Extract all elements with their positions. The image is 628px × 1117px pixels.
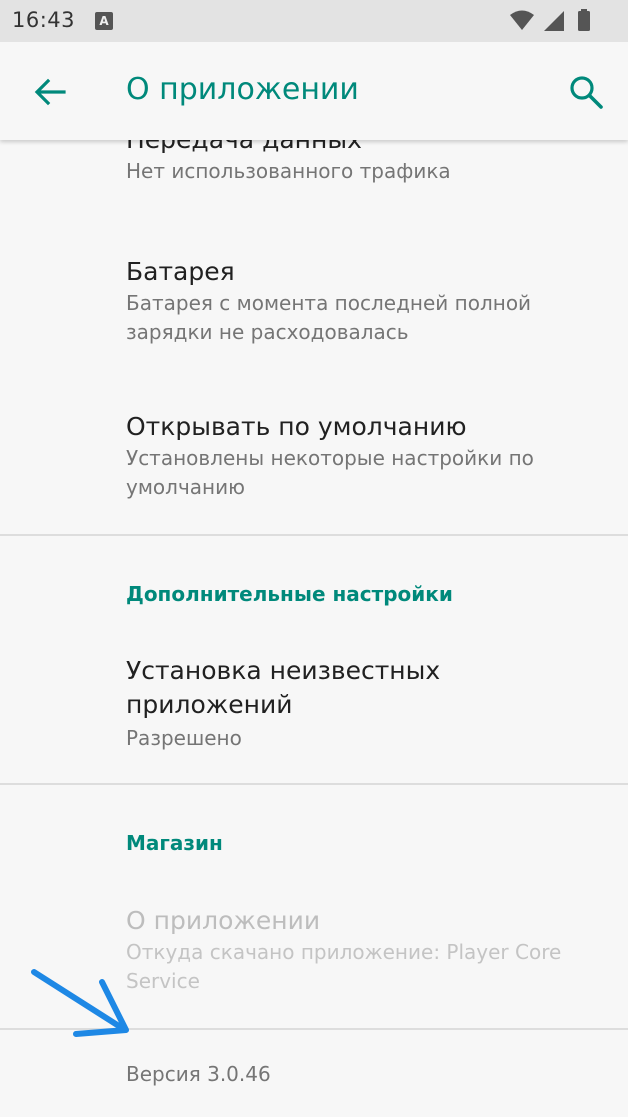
pref-summary: Установлены некоторые настройки по умолч… [126,446,534,499]
pref-summary: Разрешено [126,726,242,750]
pref-title: Открывать по умолчанию [126,412,467,441]
wifi-icon [510,10,534,30]
pref-title: О приложении [126,906,321,935]
pref-open-by-default[interactable]: Открывать по умолчанию Установлены некот… [126,410,606,502]
pref-title: Батарея [126,257,235,286]
page-title: О приложении [126,72,359,107]
pref-summary: Нет использованного трафика [126,159,451,183]
back-button[interactable] [30,72,70,112]
annotation-arrow [31,969,129,1037]
pref-summary: Откуда скачано приложение: Player Core S… [126,940,562,993]
search-button[interactable] [566,72,606,112]
pref-title: Установка неизвестных приложений [126,656,441,719]
settings-screen: 16:43 A О приложении Нет использованного… [0,0,628,1117]
status-bar: 16:43 A [0,0,628,42]
status-icons [510,9,590,31]
app-bar: О приложении [0,42,628,140]
category-advanced: Дополнительные настройки [126,582,453,606]
pref-battery[interactable]: Батарея Батарея с момента последней полн… [126,255,606,347]
pref-title: Передача данных [126,140,606,157]
divider [0,783,628,785]
signal-icon [544,11,564,31]
status-time: 16:43 [12,8,76,32]
divider [0,534,628,536]
category-store: Магазин [126,831,223,855]
pref-data-usage[interactable]: Передача данных Нет использованного траф… [126,140,606,186]
search-icon [570,76,603,109]
a-icon: A [95,12,113,30]
app-version: Версия 3.0.46 [126,1062,271,1086]
arrow-left-icon [34,78,66,106]
pref-summary: Батарея с момента последней полной заряд… [126,291,532,344]
battery-icon [578,9,590,31]
pref-install-unknown-apps[interactable]: Установка неизвестных приложений Разреше… [126,654,546,753]
pref-app-details: О приложении Откуда скачано приложение: … [126,904,606,996]
